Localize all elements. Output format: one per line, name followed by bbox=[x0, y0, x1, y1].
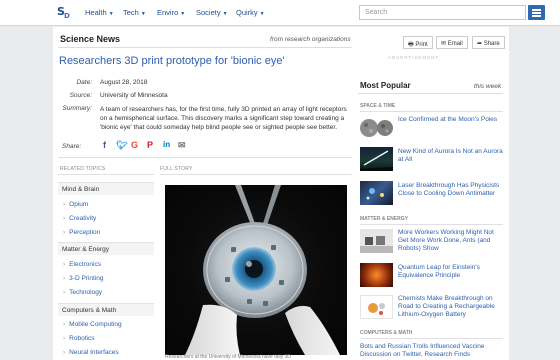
this-week-label: this week bbox=[474, 83, 502, 90]
advertisement-label: ADVERTISEMENT bbox=[388, 55, 440, 60]
article-summary: A team of researchers has, for the first… bbox=[100, 106, 347, 131]
popular-story-link[interactable]: Quantum Leap for Einstein's Equivalence … bbox=[398, 264, 503, 280]
topic-category: Computers & Math bbox=[58, 303, 154, 316]
section-divider bbox=[58, 47, 352, 48]
popular-story-link[interactable]: Laser Breakthrough Has Physicists Close … bbox=[398, 182, 503, 198]
topic-link[interactable]: Mobile Computing bbox=[63, 321, 121, 328]
pinterest-icon[interactable]: P bbox=[147, 140, 153, 150]
story-thumbnail[interactable] bbox=[360, 295, 393, 319]
twitter-icon[interactable]: 🐦︎ bbox=[116, 140, 127, 151]
share-divider bbox=[58, 157, 352, 158]
story-thumbnail[interactable] bbox=[360, 263, 393, 287]
caret-down-icon: ▼ bbox=[108, 11, 114, 17]
popular-category: COMPUTERS & MATH bbox=[360, 330, 413, 336]
popular-story-link[interactable]: Bots and Russian Trolls Influenced Vacci… bbox=[360, 343, 500, 359]
share-icon: ➦ bbox=[477, 41, 484, 47]
most-popular-title: Most Popular bbox=[360, 81, 411, 90]
popular-story-link[interactable]: New Kind of Aurora Is Not an Aurora at A… bbox=[398, 148, 503, 164]
source-label: Source: bbox=[69, 92, 92, 99]
nav-quirky[interactable]: Quirky ▼ bbox=[236, 8, 265, 17]
search-input[interactable]: Search bbox=[359, 5, 526, 20]
source-note: from research organizations bbox=[270, 36, 351, 43]
caret-down-icon: ▼ bbox=[180, 11, 186, 17]
caret-down-icon: ▼ bbox=[222, 11, 228, 17]
site-logo[interactable]: SD bbox=[57, 5, 74, 20]
topic-category: Mind & Brain bbox=[58, 182, 154, 195]
story-thumbnail[interactable] bbox=[360, 147, 393, 171]
nav-tech[interactable]: Tech ▼ bbox=[123, 8, 146, 17]
topic-link[interactable]: Opium bbox=[63, 201, 88, 208]
facebook-icon[interactable]: f bbox=[103, 140, 106, 150]
topic-link[interactable]: 3-D Printing bbox=[63, 275, 103, 282]
bionic-eye-illustration bbox=[185, 185, 340, 355]
story-image[interactable] bbox=[165, 185, 347, 355]
article-source: University of Minnesota bbox=[100, 92, 168, 99]
popular-category: SPACE & TIME bbox=[360, 103, 396, 109]
article-title: Researchers 3D print prototype for 'bion… bbox=[59, 55, 285, 67]
popular-story-link[interactable]: Ice Confirmed at the Moon's Poles bbox=[398, 116, 503, 124]
article-date: August 28, 2018 bbox=[100, 79, 148, 86]
topic-link[interactable]: Creativity bbox=[63, 215, 96, 222]
menu-button[interactable] bbox=[528, 5, 545, 20]
full-story-header: FULL STORY bbox=[160, 166, 193, 172]
popular-story-link[interactable]: Chemists Make Breakthrough on Road to Cr… bbox=[398, 295, 503, 319]
story-thumbnail[interactable] bbox=[360, 116, 393, 140]
image-caption: Researchers at the University of Minneso… bbox=[165, 354, 291, 360]
topic-category: Matter & Energy bbox=[58, 242, 154, 255]
linkedin-icon[interactable]: in bbox=[163, 140, 170, 149]
popular-story-link[interactable]: More Workers Working Might Not Get More … bbox=[398, 229, 503, 253]
topic-link[interactable]: Perception bbox=[63, 229, 100, 236]
caret-down-icon: ▼ bbox=[140, 11, 146, 17]
email-icon: ✉ bbox=[441, 41, 448, 47]
summary-label: Summary: bbox=[62, 105, 92, 112]
email-button[interactable]: ✉ Email bbox=[436, 36, 468, 49]
related-topics-header: RELATED TOPICS bbox=[60, 166, 106, 172]
google-plus-icon[interactable]: G bbox=[131, 140, 138, 150]
story-thumbnail[interactable] bbox=[360, 229, 393, 253]
caret-down-icon: ▼ bbox=[259, 11, 265, 17]
print-button[interactable]: 🖶︎ Print bbox=[403, 36, 433, 49]
share-label: Share: bbox=[62, 143, 82, 150]
hamburger-icon bbox=[532, 9, 541, 11]
date-label: Date: bbox=[76, 79, 92, 86]
topic-link[interactable]: Robotics bbox=[63, 335, 94, 342]
topic-link[interactable]: Technology bbox=[63, 289, 102, 296]
nav-health[interactable]: Health ▼ bbox=[85, 8, 114, 17]
topic-link[interactable]: Neural Interfaces bbox=[63, 349, 119, 356]
nav-enviro[interactable]: Enviro ▼ bbox=[157, 8, 185, 17]
share-button[interactable]: ➦ Share bbox=[472, 36, 505, 49]
story-thumbnail[interactable] bbox=[360, 181, 393, 205]
popular-category: MATTER & ENERGY bbox=[360, 216, 408, 222]
nav-society[interactable]: Society ▼ bbox=[196, 8, 228, 17]
email-share-icon[interactable]: ✉ bbox=[178, 140, 186, 151]
top-nav: SD Health ▼ Tech ▼ Enviro ▼ Society ▼ Quirky… bbox=[0, 0, 560, 26]
section-title[interactable]: Science News bbox=[60, 34, 120, 44]
topic-link[interactable]: Electronics bbox=[63, 261, 101, 268]
